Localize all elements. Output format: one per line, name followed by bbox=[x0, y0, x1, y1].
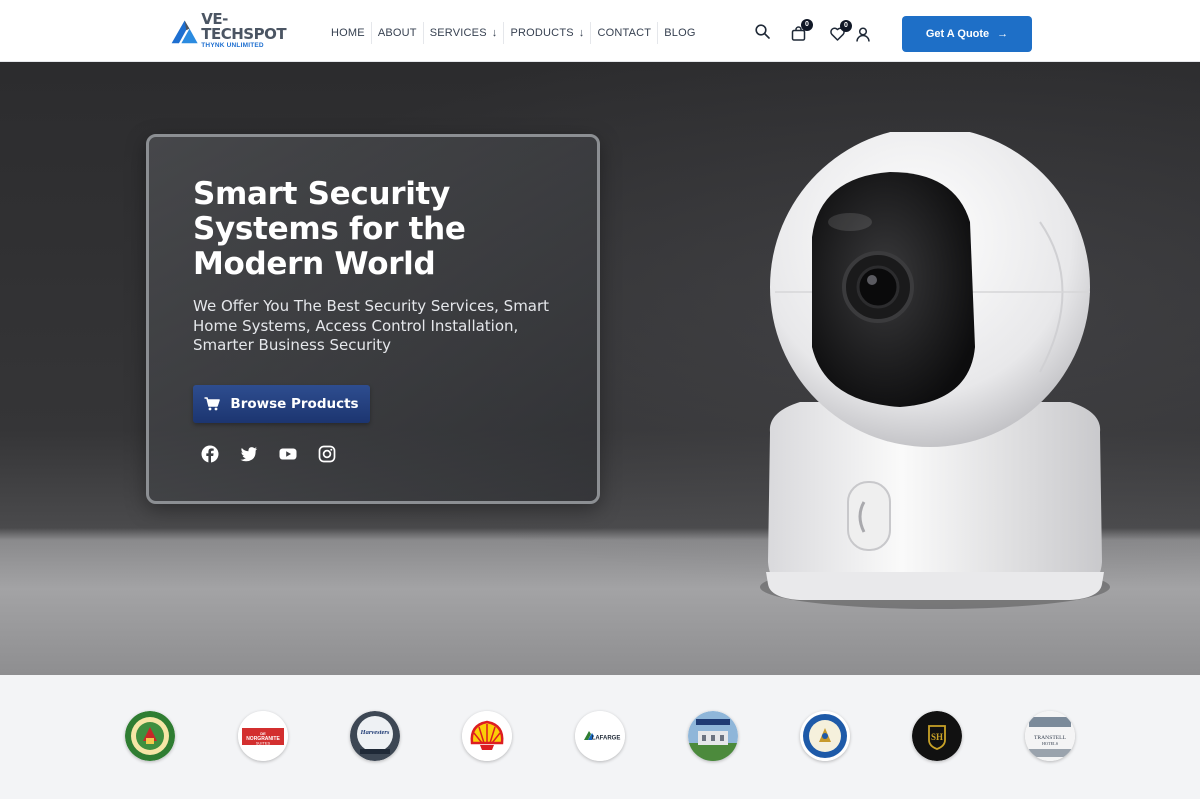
svg-text:LAFARGE: LAFARGE bbox=[592, 736, 621, 742]
security-camera-image bbox=[760, 132, 1110, 609]
hero-subtitle: We Offer You The Best Security Services,… bbox=[193, 297, 550, 354]
twitter-icon[interactable] bbox=[240, 445, 258, 463]
hero-card: Smart Security Systems for the Modern Wo… bbox=[146, 134, 600, 504]
svg-text:SUITES: SUITES bbox=[256, 741, 271, 746]
site-header: VE-TECHSPOT THYNK UNLIMITED HOME ABOUT S… bbox=[0, 0, 1200, 62]
arrow-right-icon: → bbox=[997, 28, 1009, 40]
wishlist-count-badge: 0 bbox=[840, 20, 852, 32]
client-logo-transtell-hotels: TRANSTELL HOTELS bbox=[1025, 711, 1075, 761]
youtube-icon[interactable] bbox=[279, 445, 297, 463]
cart-icon bbox=[204, 397, 221, 411]
brand-logo[interactable]: VE-TECHSPOT THYNK UNLIMITED bbox=[170, 10, 290, 50]
nav-contact[interactable]: CONTACT bbox=[591, 22, 659, 44]
arrow-down-icon: ↓ bbox=[578, 27, 585, 39]
client-logo-sh: SH bbox=[912, 711, 962, 761]
brand-tagline: THYNK UNLIMITED bbox=[201, 42, 264, 50]
client-logo-harvesters: Harvesters bbox=[350, 711, 400, 761]
client-logos: DE NORGRANITE SUITES Harvesters LAFARGE SH… bbox=[0, 675, 1200, 799]
browse-products-button[interactable]: Browse Products bbox=[193, 385, 370, 423]
client-logo-coat-of-arms bbox=[125, 711, 175, 761]
facebook-icon[interactable] bbox=[201, 445, 219, 463]
client-logo-shell bbox=[462, 711, 512, 761]
svg-text:HOTELS: HOTELS bbox=[1042, 741, 1059, 746]
nav-blog[interactable]: BLOG bbox=[658, 22, 701, 44]
svg-text:SH: SH bbox=[931, 732, 943, 742]
nav-about[interactable]: ABOUT bbox=[372, 22, 424, 44]
get-quote-button[interactable]: Get A Quote → bbox=[902, 16, 1032, 52]
wishlist-button[interactable]: 0 bbox=[830, 20, 852, 41]
brand-name: VE-TECHSPOT bbox=[201, 10, 287, 44]
client-logo-seal bbox=[800, 711, 850, 761]
client-logo-de-norgranite-suites: DE NORGRANITE SUITES bbox=[238, 711, 288, 761]
nav-home[interactable]: HOME bbox=[325, 22, 372, 44]
logo-triangle-icon bbox=[171, 20, 198, 44]
nav-services[interactable]: SERVICES ↓ bbox=[424, 22, 505, 44]
account-button[interactable] bbox=[856, 27, 870, 42]
instagram-icon[interactable] bbox=[318, 445, 336, 463]
main-nav: HOME ABOUT SERVICES ↓ PRODUCTS ↓ CONTACT B… bbox=[325, 22, 702, 44]
client-logo-lafarge: LAFARGE bbox=[575, 711, 625, 761]
client-logo-university bbox=[688, 711, 738, 761]
hero-title: Smart Security Systems for the Modern Wo… bbox=[193, 176, 466, 282]
user-icon bbox=[856, 27, 870, 42]
social-links bbox=[201, 445, 336, 463]
svg-text:Harvesters: Harvesters bbox=[360, 729, 390, 736]
hero-section: Smart Security Systems for the Modern Wo… bbox=[0, 62, 1200, 675]
search-icon[interactable] bbox=[755, 24, 770, 39]
cart-count-badge: 0 bbox=[801, 19, 813, 31]
arrow-down-icon: ↓ bbox=[491, 27, 498, 39]
cart-button[interactable]: 0 bbox=[791, 19, 813, 41]
nav-products[interactable]: PRODUCTS ↓ bbox=[504, 22, 592, 44]
